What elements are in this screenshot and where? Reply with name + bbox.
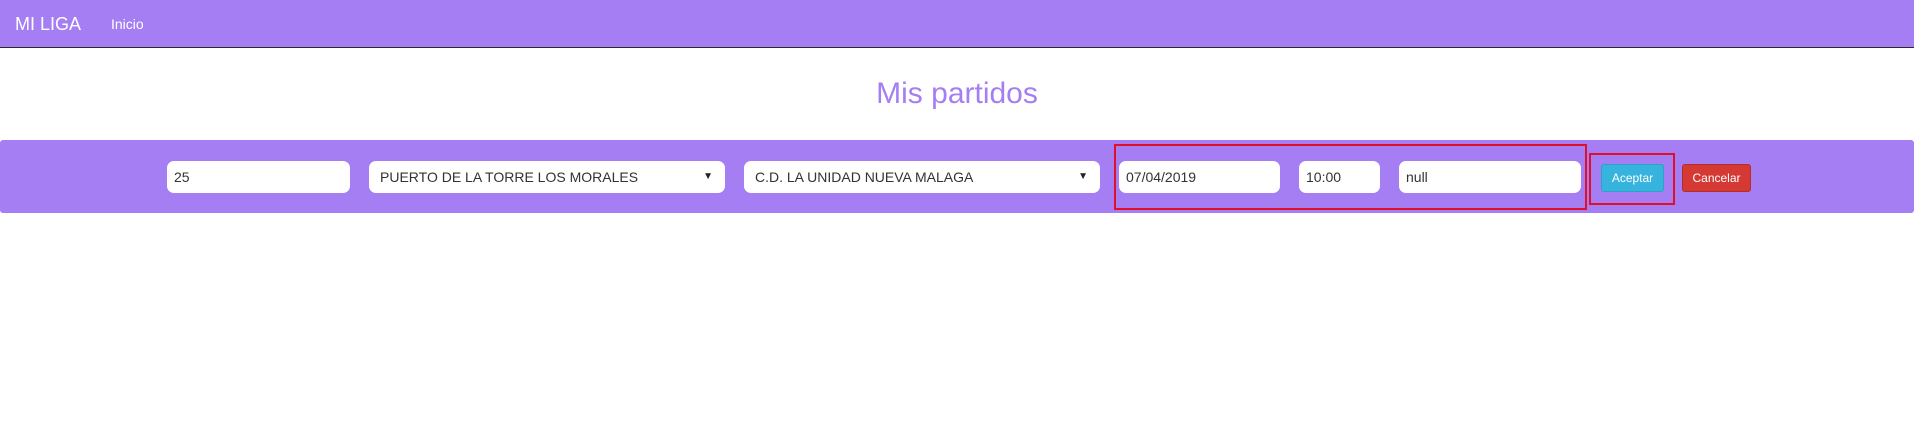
home-team-select[interactable]: PUERTO DE LA TORRE LOS MORALES ▼ [369,161,725,193]
away-team-select[interactable]: C.D. LA UNIDAD NUEVA MALAGA ▼ [744,161,1100,193]
highlight-box-fields [1114,144,1587,210]
away-team-value: C.D. LA UNIDAD NUEVA MALAGA [755,169,974,185]
brand-logo[interactable]: MI LIGA [15,12,81,36]
round-input[interactable]: 25 [167,161,350,193]
chevron-down-icon: ▼ [1078,171,1088,182]
highlight-box-accept [1589,153,1675,205]
nav-link-inicio[interactable]: Inicio [111,15,144,33]
page-title: Mis partidos [876,77,1038,110]
chevron-down-icon: ▼ [703,171,713,182]
home-team-value: PUERTO DE LA TORRE LOS MORALES [380,169,639,185]
navbar: MI LIGA Inicio [0,0,1914,48]
cancel-button[interactable]: Cancelar [1682,164,1751,192]
